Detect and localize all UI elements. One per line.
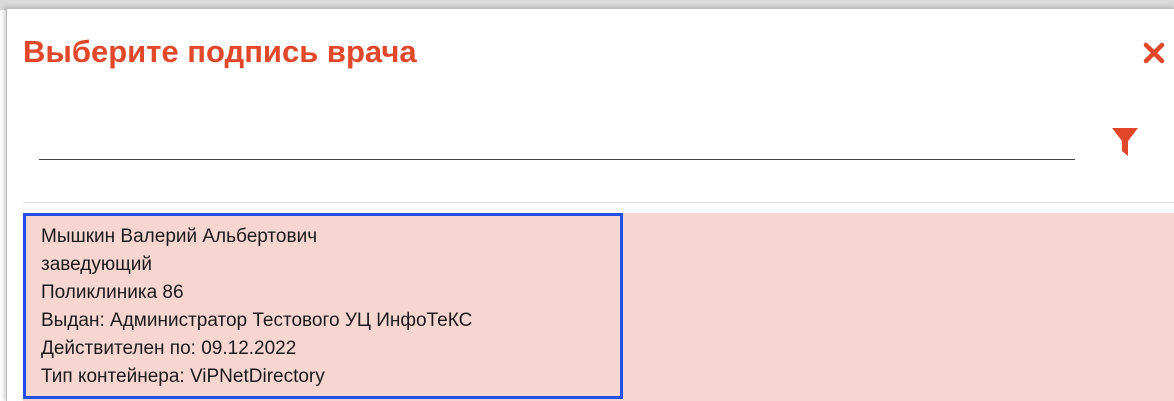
signature-select-dialog: Выберите подпись врача Мышкин Валерий Ал…	[6, 8, 1174, 401]
doctor-position: заведующий	[41, 254, 153, 275]
filter-row	[39, 104, 1174, 174]
certificate-list: Мышкин Валерий Альбертович заведующий По…	[23, 202, 1174, 401]
certificate-valid-until: Действителен по: 09.12.2022	[41, 338, 297, 359]
container-type: Тип контейнера: ViPNetDirectory	[41, 366, 325, 387]
close-button[interactable]	[1141, 40, 1167, 66]
screen: Выберите подпись врача Мышкин Валерий Ал…	[0, 0, 1174, 401]
doctor-name: Мышкин Валерий Альбертович	[41, 226, 318, 247]
dialog-title: Выберите подпись врача	[23, 34, 417, 69]
search-input[interactable]	[39, 128, 1075, 160]
selected-certificate-card[interactable]: Мышкин Валерий Альбертович заведующий По…	[23, 213, 623, 399]
organization-name: Поликлиника 86	[41, 282, 184, 303]
close-icon	[1143, 42, 1165, 64]
list-item[interactable]: Мышкин Валерий Альбертович заведующий По…	[23, 213, 1174, 401]
filter-button[interactable]	[1111, 126, 1139, 158]
certificate-issuer: Выдан: Администратор Тестового УЦ ИнфоТе…	[41, 310, 473, 331]
filter-icon	[1112, 128, 1138, 156]
